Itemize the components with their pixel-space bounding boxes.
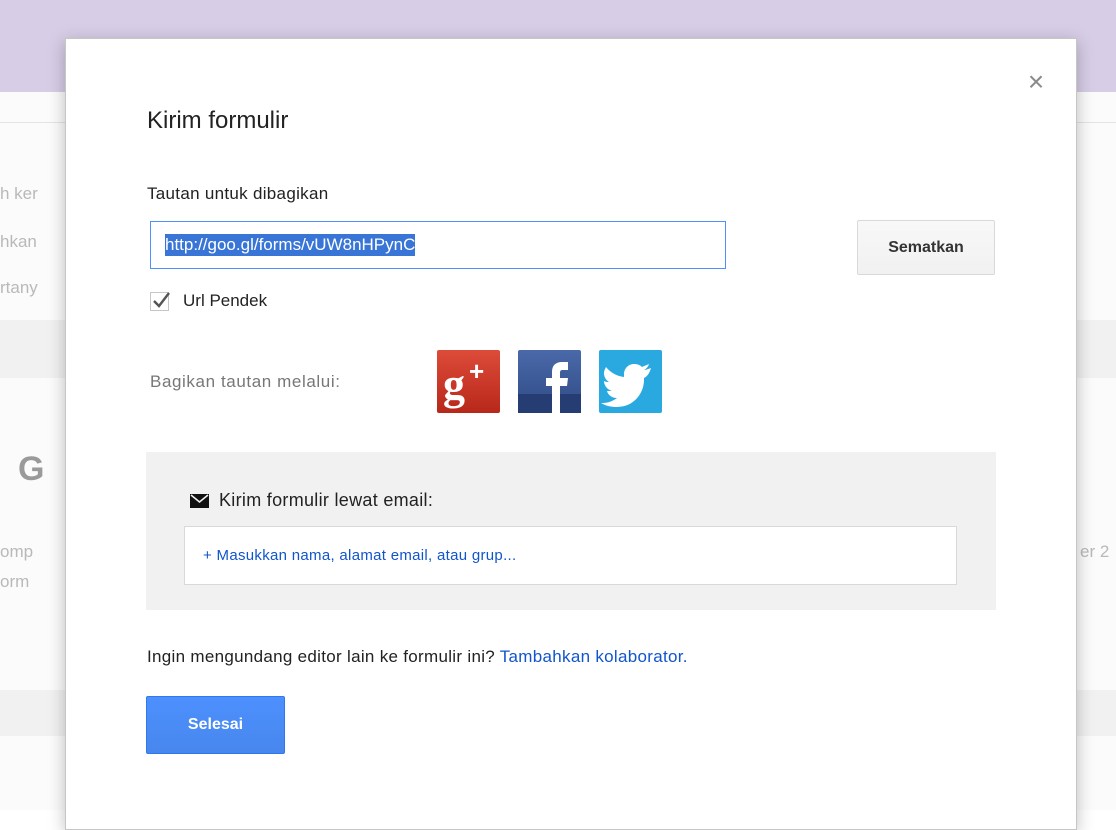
share-link-input[interactable]: http://goo.gl/forms/vUW8nHPynC bbox=[150, 221, 726, 269]
send-form-dialog: × Kirim formulir Tautan untuk dibagikan … bbox=[65, 38, 1077, 830]
invite-text: Ingin mengundang editor lain ke formulir… bbox=[147, 647, 500, 666]
done-button[interactable]: Selesai bbox=[146, 696, 285, 754]
share-link-label: Tautan untuk dibagikan bbox=[147, 184, 329, 203]
add-collaborators-link[interactable]: Tambahkan kolaborator. bbox=[500, 647, 688, 666]
short-url-option[interactable]: Url Pendek bbox=[150, 291, 267, 311]
email-placeholder: + Masukkan nama, alamat email, atau grup… bbox=[203, 547, 517, 564]
short-url-label: Url Pendek bbox=[183, 291, 268, 310]
embed-button[interactable]: Sematkan bbox=[857, 220, 995, 275]
bg-text-fragment: omp bbox=[0, 542, 34, 561]
bg-text-fragment: er 2 bbox=[1080, 542, 1110, 561]
bg-text-fragment: hkan bbox=[0, 232, 37, 251]
dialog-title: Kirim formulir bbox=[147, 107, 289, 134]
email-heading: Kirim formulir lewat email: bbox=[190, 490, 433, 511]
bg-text-fragment: rtany bbox=[0, 278, 38, 297]
email-recipients-input[interactable]: + Masukkan nama, alamat email, atau grup… bbox=[184, 526, 957, 585]
close-icon[interactable]: × bbox=[1024, 68, 1048, 96]
svg-text:+: + bbox=[469, 356, 484, 386]
email-section: Kirim formulir lewat email: + Masukkan n… bbox=[146, 452, 996, 610]
share-via-label: Bagikan tautan melalui: bbox=[150, 372, 341, 391]
bg-text-fragment: orm bbox=[0, 572, 30, 591]
bg-text-fragment: h ker bbox=[0, 184, 38, 203]
envelope-icon bbox=[190, 493, 209, 508]
short-url-checkbox[interactable] bbox=[150, 291, 170, 311]
facebook-icon[interactable] bbox=[518, 350, 581, 413]
svg-text:g: g bbox=[443, 360, 465, 409]
share-link-value: http://goo.gl/forms/vUW8nHPynC bbox=[165, 234, 416, 256]
email-label: Kirim formulir lewat email: bbox=[219, 490, 434, 510]
checkmark-icon bbox=[153, 291, 170, 308]
twitter-icon[interactable] bbox=[599, 350, 662, 413]
google-plus-icon[interactable]: g + bbox=[437, 350, 500, 413]
invite-collaborators-row: Ingin mengundang editor lain ke formulir… bbox=[147, 647, 688, 667]
bg-heading-fragment: G bbox=[18, 450, 45, 488]
